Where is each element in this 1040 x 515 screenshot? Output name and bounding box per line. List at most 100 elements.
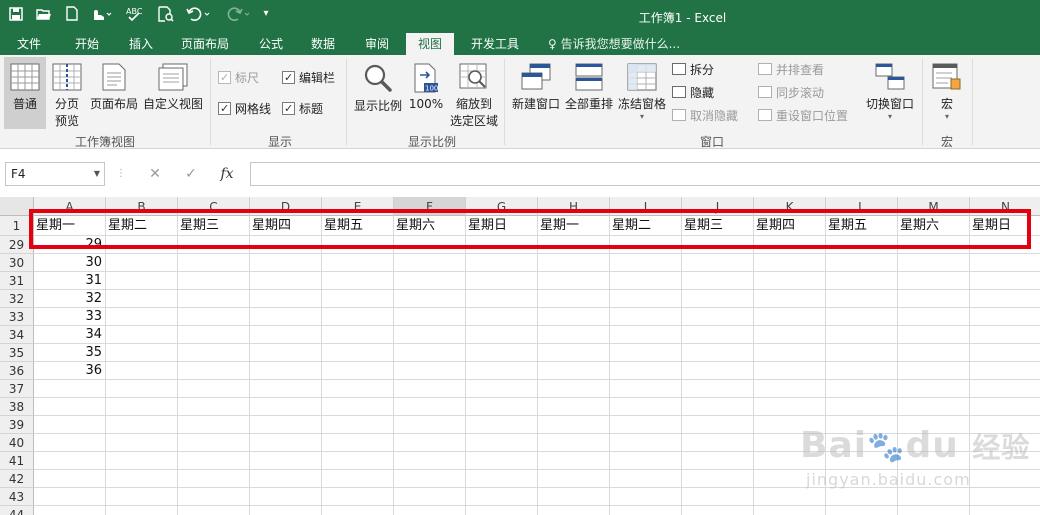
zoom-100-button[interactable]: 100 100% (406, 57, 446, 129)
table-cell[interactable] (394, 236, 466, 254)
table-cell[interactable] (394, 290, 466, 308)
row-header[interactable]: 38 (0, 398, 34, 416)
table-cell[interactable] (970, 398, 1040, 416)
table-cell[interactable] (106, 380, 178, 398)
table-cell[interactable] (754, 236, 826, 254)
table-cell[interactable] (538, 236, 610, 254)
split-button[interactable]: 拆分 (672, 61, 714, 79)
table-cell[interactable]: 31 (34, 272, 106, 290)
table-cell[interactable] (106, 398, 178, 416)
table-cell[interactable] (970, 254, 1040, 272)
tab-home[interactable]: 开始 (64, 33, 110, 55)
tab-insert[interactable]: 插入 (118, 33, 164, 55)
table-cell[interactable] (322, 326, 394, 344)
row-header[interactable]: 43 (0, 488, 34, 506)
table-cell[interactable]: 星期三 (682, 216, 754, 236)
worksheet-grid[interactable]: ABCDEFGHIJKLMN 1 星期一 星期二 星期三 星期四 星期五 星期六 星期日 星期一… (0, 197, 1040, 515)
row-header[interactable]: 36 (0, 362, 34, 380)
table-cell[interactable] (610, 416, 682, 434)
table-cell[interactable] (178, 380, 250, 398)
table-cell[interactable] (178, 398, 250, 416)
table-cell[interactable] (322, 434, 394, 452)
column-header-m[interactable]: M (898, 197, 970, 216)
side-by-side-button[interactable]: 并排查看 (758, 61, 824, 79)
table-cell[interactable]: 星期五 (322, 216, 394, 236)
table-cell[interactable] (250, 488, 322, 506)
table-cell[interactable] (682, 398, 754, 416)
table-cell[interactable] (394, 470, 466, 488)
table-cell[interactable] (466, 362, 538, 380)
table-cell[interactable] (754, 488, 826, 506)
new-window-button[interactable]: 新建窗口 (510, 57, 562, 129)
reset-window-position-button[interactable]: 重设窗口位置 (758, 107, 848, 125)
table-cell[interactable] (322, 254, 394, 272)
table-cell[interactable] (610, 434, 682, 452)
tab-page-layout[interactable]: 页面布局 (172, 33, 238, 55)
row-header[interactable]: 30 (0, 254, 34, 272)
table-cell[interactable]: 36 (34, 362, 106, 380)
table-cell[interactable] (178, 254, 250, 272)
table-cell[interactable] (754, 272, 826, 290)
table-cell[interactable] (322, 362, 394, 380)
table-cell[interactable] (250, 380, 322, 398)
table-cell[interactable] (106, 506, 178, 515)
formula-bar-checkbox[interactable]: 编辑栏 (282, 69, 335, 87)
macros-button[interactable]: 宏 ▾ (928, 57, 966, 129)
table-cell[interactable] (826, 344, 898, 362)
table-cell[interactable] (898, 272, 970, 290)
column-header-f[interactable]: F (394, 197, 466, 216)
column-header-g[interactable]: G (466, 197, 538, 216)
tab-view[interactable]: 视图 (406, 33, 454, 55)
table-cell[interactable] (34, 398, 106, 416)
row-header[interactable]: 40 (0, 434, 34, 452)
tab-developer[interactable]: 开发工具 (462, 33, 528, 55)
table-cell[interactable] (898, 326, 970, 344)
table-cell[interactable] (538, 272, 610, 290)
table-cell[interactable] (178, 434, 250, 452)
table-cell[interactable] (898, 236, 970, 254)
row-header[interactable]: 29 (0, 236, 34, 254)
table-cell[interactable] (682, 308, 754, 326)
table-cell[interactable] (970, 272, 1040, 290)
gridlines-checkbox[interactable]: 网格线 (218, 100, 271, 118)
table-cell[interactable] (898, 362, 970, 380)
table-cell[interactable] (106, 470, 178, 488)
tab-review[interactable]: 审阅 (354, 33, 400, 55)
table-cell[interactable] (322, 380, 394, 398)
table-cell[interactable] (178, 236, 250, 254)
table-cell[interactable] (610, 344, 682, 362)
table-cell[interactable] (538, 254, 610, 272)
table-cell[interactable] (682, 272, 754, 290)
table-cell[interactable] (610, 452, 682, 470)
table-cell[interactable] (34, 434, 106, 452)
arrange-all-button[interactable]: 全部重排 (564, 57, 614, 129)
table-cell[interactable] (538, 434, 610, 452)
insert-function-icon[interactable]: fx (212, 162, 242, 186)
table-cell[interactable] (538, 416, 610, 434)
table-cell[interactable] (754, 326, 826, 344)
column-header-i[interactable]: I (610, 197, 682, 216)
table-cell[interactable] (250, 470, 322, 488)
table-cell[interactable] (250, 344, 322, 362)
row-header[interactable]: 34 (0, 326, 34, 344)
table-cell[interactable]: 星期五 (826, 216, 898, 236)
table-cell[interactable] (898, 308, 970, 326)
table-cell[interactable]: 30 (34, 254, 106, 272)
table-cell[interactable] (466, 380, 538, 398)
table-cell[interactable] (970, 362, 1040, 380)
table-cell[interactable] (466, 452, 538, 470)
table-cell[interactable] (898, 380, 970, 398)
sync-scroll-button[interactable]: 同步滚动 (758, 84, 824, 102)
table-cell[interactable] (394, 398, 466, 416)
table-cell[interactable] (178, 290, 250, 308)
table-cell[interactable] (682, 362, 754, 380)
table-cell[interactable] (178, 470, 250, 488)
table-cell[interactable] (826, 236, 898, 254)
table-cell[interactable] (106, 362, 178, 380)
table-cell[interactable]: 星期一 (538, 216, 610, 236)
table-cell[interactable] (394, 488, 466, 506)
table-cell[interactable] (466, 272, 538, 290)
row-header[interactable]: 32 (0, 290, 34, 308)
table-cell[interactable]: 星期日 (970, 216, 1040, 236)
table-cell[interactable] (178, 308, 250, 326)
